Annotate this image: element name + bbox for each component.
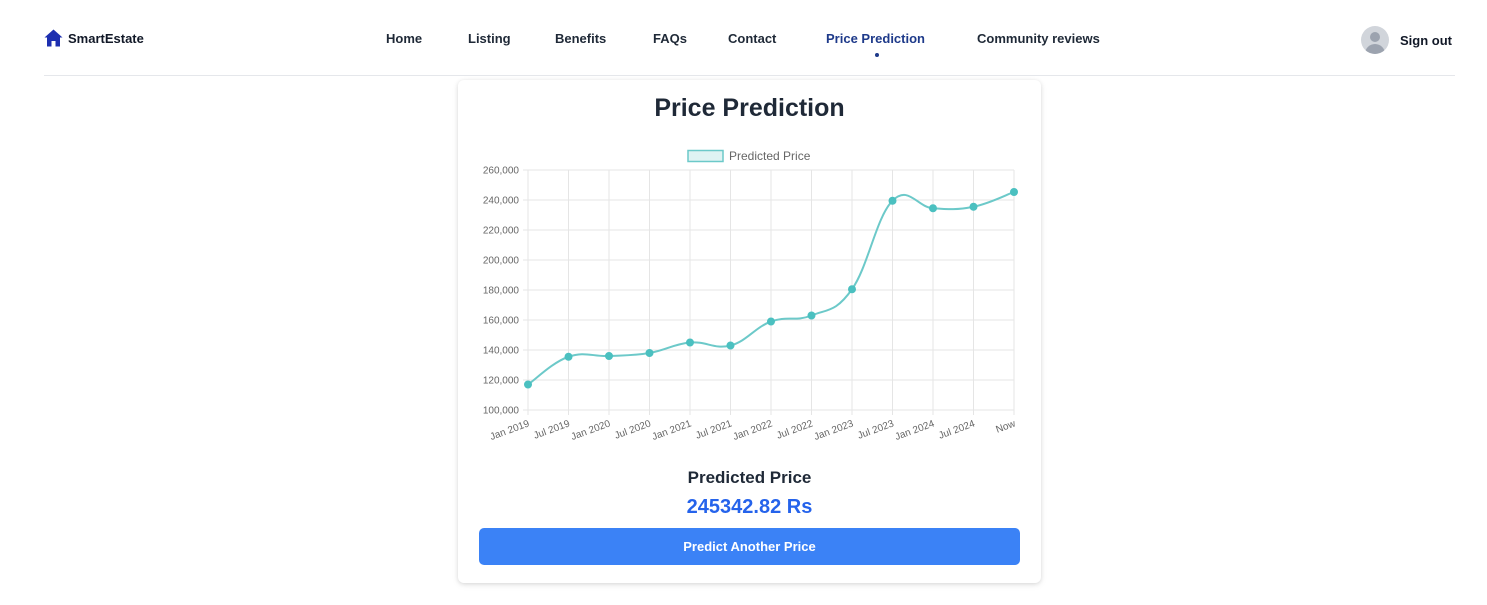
y-tick-label: 120,000 — [483, 376, 520, 387]
y-tick-label: 240,000 — [483, 196, 520, 207]
y-tick-label: 100,000 — [483, 406, 520, 417]
chart-legend: Predicted Price — [687, 149, 811, 163]
x-tick-label: Jul 2023 — [856, 418, 896, 441]
data-point — [848, 285, 856, 294]
x-tick-label: Jul 2022 — [775, 418, 815, 441]
nav-link-price-prediction[interactable]: Price Prediction — [826, 31, 925, 46]
y-tick-label: 220,000 — [483, 226, 520, 237]
nav-link-faqs[interactable]: FAQs — [653, 31, 687, 46]
nav-links: Home Listing Benefits FAQs Contact Price… — [0, 31, 1487, 51]
legend-swatch — [687, 149, 724, 163]
nav-link-contact[interactable]: Contact — [728, 31, 776, 46]
predicted-price-label: Predicted Price — [687, 468, 812, 487]
navbar: SmartEstate Home Listing Benefits FAQs C… — [0, 0, 1487, 76]
x-tick-label: Jul 2020 — [613, 418, 653, 441]
grid-x — [527, 170, 1015, 415]
data-point — [564, 352, 573, 361]
nav-divider — [44, 75, 1455, 76]
user-menu[interactable]: Sign out — [1361, 26, 1452, 54]
data-point — [524, 380, 532, 389]
data-point — [807, 311, 816, 320]
y-tick-label: 160,000 — [483, 316, 520, 327]
y-tick-label: 140,000 — [483, 346, 520, 357]
price-prediction-card: Price Prediction Predicted Price 100,000… — [458, 80, 1041, 583]
data-point — [726, 341, 735, 350]
data-point — [645, 349, 654, 357]
data-point — [767, 317, 775, 326]
legend-label: Predicted Price — [729, 149, 811, 163]
data-point — [1010, 187, 1018, 196]
data-point — [929, 204, 937, 213]
y-tick-label: 260,000 — [483, 166, 520, 177]
x-tick-label: Now — [994, 418, 1017, 435]
nav-link-listing[interactable]: Listing — [468, 31, 511, 46]
x-tick-label: Jan 2024 — [894, 418, 937, 443]
x-tick-label: Jul 2019 — [532, 418, 572, 441]
x-tick-label: Jan 2022 — [732, 418, 775, 443]
y-axis: 100,000 120,000 140,000 160,000 180,000 200,0… — [483, 166, 520, 417]
data-point — [969, 202, 978, 211]
x-tick-label: Jan 2023 — [813, 418, 856, 443]
y-tick-label: 180,000 — [483, 286, 520, 297]
sign-out-link[interactable]: Sign out — [1400, 33, 1452, 48]
y-tick-label: 200,000 — [483, 256, 520, 267]
nav-link-home[interactable]: Home — [386, 31, 422, 46]
x-tick-label: Jan 2020 — [570, 418, 613, 443]
x-tick-label: Jan 2021 — [651, 418, 694, 443]
predict-another-price-button[interactable]: Predict Another Price — [479, 528, 1020, 565]
price-chart: Predicted Price 100,000 120,000 140,000 160… — [483, 149, 1018, 443]
x-tick-label: Jul 2021 — [694, 418, 734, 441]
x-tick-label: Jan 2019 — [489, 418, 532, 443]
x-tick-label: Jul 2024 — [937, 418, 977, 441]
user-avatar-icon — [1361, 26, 1389, 54]
active-nav-indicator — [875, 53, 879, 57]
nav-link-benefits[interactable]: Benefits — [555, 31, 606, 46]
predicted-price-value: 245342.82 Rs — [686, 496, 813, 518]
x-axis: Jan 2019 Jul 2019Jan 2020 Jul 2020Jan 2021… — [489, 418, 1018, 443]
data-point — [686, 338, 694, 347]
grid-y — [523, 169, 1014, 411]
nav-link-community-reviews[interactable]: Community reviews — [977, 31, 1100, 46]
data-point — [605, 352, 613, 360]
data-point — [888, 196, 897, 205]
